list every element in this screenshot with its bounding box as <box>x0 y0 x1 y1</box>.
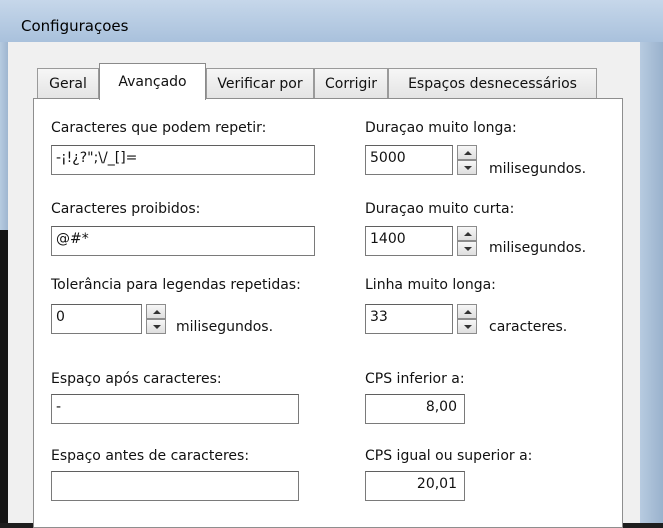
cps-lower-input[interactable]: 8,00 <box>365 394 465 424</box>
space-after-label: Espaço após caracteres: <box>51 371 222 387</box>
short-duration-label: Duraçao muito curta: <box>365 201 515 217</box>
tab-espacos-desnecessarios[interactable]: Espaços desnecessários <box>388 68 597 98</box>
window-frame-right <box>640 42 663 523</box>
repeat-chars-label: Caracteres que podem repetir: <box>51 120 267 136</box>
arrow-down-icon <box>464 166 472 170</box>
long-line-spinner[interactable] <box>457 304 477 334</box>
long-duration-spinner[interactable] <box>457 145 477 175</box>
tab-avancado[interactable]: Avançado <box>99 63 206 100</box>
tolerance-label: Tolerância para legendas repetidas: <box>51 277 301 293</box>
arrow-down-icon <box>464 247 472 251</box>
long-line-unit-label: caracteres. <box>489 319 568 335</box>
short-duration-input[interactable]: 1400 <box>365 226 453 256</box>
arrow-down-icon <box>153 325 161 329</box>
tolerance-input[interactable]: 0 <box>51 304 142 334</box>
long-duration-input[interactable]: 5000 <box>365 145 453 175</box>
cps-upper-label: CPS igual ou superior a: <box>365 448 533 464</box>
settings-window: Configuraçoes Geral Avançado Verificar p… <box>0 0 663 528</box>
long-duration-spin-down-button[interactable] <box>457 160 477 175</box>
arrow-up-icon <box>153 310 161 314</box>
tab-geral[interactable]: Geral <box>37 68 99 98</box>
arrow-up-icon <box>464 232 472 236</box>
space-before-input[interactable] <box>51 471 299 501</box>
short-duration-unit-label: milisegundos. <box>489 240 587 256</box>
window-title: Configuraçoes <box>21 17 129 35</box>
cps-lower-label: CPS inferior a: <box>365 371 465 387</box>
forbidden-chars-input[interactable]: @#* <box>51 226 315 256</box>
title-bar[interactable]: Configuraçoes <box>0 0 663 42</box>
long-duration-unit-label: milisegundos. <box>489 161 587 177</box>
tab-verificar-por[interactable]: Verificar por <box>206 68 314 98</box>
background-window-edge <box>0 230 8 523</box>
tolerance-spinner[interactable] <box>146 304 166 334</box>
tab-page-avancado: Caracteres que podem repetir: -¡!¿?";\/_… <box>33 98 623 528</box>
long-duration-label: Duraçao muito longa: <box>365 120 517 136</box>
long-line-label: Linha muito longa: <box>365 277 496 293</box>
tolerance-spin-down-button[interactable] <box>146 319 166 334</box>
arrow-up-icon <box>464 310 472 314</box>
arrow-down-icon <box>464 325 472 329</box>
space-after-input[interactable]: - <box>51 394 299 424</box>
short-duration-spin-up-button[interactable] <box>457 226 477 241</box>
tab-corrigir[interactable]: Corrigir <box>314 68 388 98</box>
tolerance-unit-label: milisegundos. <box>176 319 274 335</box>
long-duration-spin-up-button[interactable] <box>457 145 477 160</box>
space-before-label: Espaço antes de caracteres: <box>51 448 250 464</box>
repeat-chars-input[interactable]: -¡!¿?";\/_[]= <box>51 145 315 175</box>
tolerance-spin-up-button[interactable] <box>146 304 166 319</box>
cps-upper-input[interactable]: 20,01 <box>365 471 465 501</box>
long-line-spin-up-button[interactable] <box>457 304 477 319</box>
short-duration-spin-down-button[interactable] <box>457 241 477 256</box>
long-line-spin-down-button[interactable] <box>457 319 477 334</box>
arrow-up-icon <box>464 151 472 155</box>
short-duration-spinner[interactable] <box>457 226 477 256</box>
forbidden-chars-label: Caracteres proibidos: <box>51 201 201 217</box>
long-line-input[interactable]: 33 <box>365 304 453 334</box>
